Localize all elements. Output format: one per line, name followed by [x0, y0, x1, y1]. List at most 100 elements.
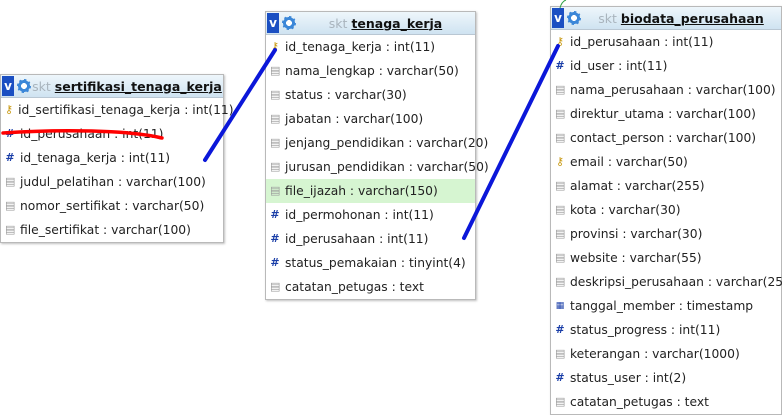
- gear-icon[interactable]: [567, 11, 581, 25]
- column-row[interactable]: ⚷ email : varchar(50): [551, 150, 781, 174]
- column-row[interactable]: ▤ website : varchar(55): [551, 246, 781, 270]
- column-row[interactable]: # status_progress : int(11): [551, 318, 781, 342]
- column-row[interactable]: # id_permohonan : int(11): [266, 203, 475, 227]
- database-prefix: skt: [328, 15, 348, 31]
- text-icon: ▤: [270, 184, 281, 197]
- numeric-icon: #: [5, 127, 15, 140]
- column-row[interactable]: ▤ jenjang_pendidikan : varchar(20): [266, 131, 488, 155]
- gear-icon[interactable]: [17, 79, 31, 93]
- text-icon: ▤: [555, 203, 566, 216]
- column-label: nomor_sertifikat : varchar(50): [20, 199, 205, 213]
- text-icon: ▤: [270, 64, 281, 77]
- text-icon: ▤: [555, 347, 566, 360]
- column-row[interactable]: ▤ kota : varchar(30): [551, 198, 781, 222]
- column-label: id_perusahaan : int(11): [20, 127, 164, 141]
- column-row[interactable]: ▤ nama_lengkap : varchar(50): [266, 59, 475, 83]
- table-tenaga-kerja[interactable]: v skt tenaga_kerja ⚷ id_tenaga_kerja : int(1…: [265, 11, 489, 300]
- column-row[interactable]: ⚷ id_sertifikasi_tenaga_kerja : int(11): [1, 98, 234, 122]
- numeric-icon: #: [270, 208, 280, 221]
- table-header[interactable]: v skt tenaga_kerja: [266, 12, 475, 35]
- column-row[interactable]: ▤ nama_perusahaan : varchar(100): [551, 78, 781, 102]
- text-icon: ▤: [5, 199, 16, 212]
- numeric-icon: #: [555, 371, 565, 384]
- column-row[interactable]: ▤ deskripsi_perusahaan : varchar(255): [551, 270, 782, 294]
- column-row[interactable]: ⚷ id_perusahaan : int(11): [551, 30, 781, 54]
- column-row[interactable]: ▤ direktur_utama : varchar(100): [551, 102, 781, 126]
- column-row[interactable]: # id_perusahaan : int(11): [266, 227, 475, 251]
- column-row[interactable]: ▤ status : varchar(30): [266, 83, 475, 107]
- gear-icon[interactable]: [282, 16, 296, 30]
- text-icon: ▤: [5, 223, 16, 236]
- column-row[interactable]: ▤ alamat : varchar(255): [551, 174, 781, 198]
- column-label: status : varchar(30): [285, 88, 407, 102]
- numeric-icon: #: [270, 232, 280, 245]
- column-row[interactable]: ▤ nomor_sertifikat : varchar(50): [1, 194, 223, 218]
- text-icon: ▤: [270, 160, 281, 173]
- text-icon: ▤: [555, 275, 566, 288]
- column-label: file_sertifikat : varchar(100): [20, 223, 191, 237]
- column-label: website : varchar(55): [570, 251, 702, 265]
- column-row[interactable]: # id_tenaga_kerja : int(11): [1, 146, 223, 170]
- table-header[interactable]: v skt biodata_perusahaan: [551, 7, 781, 30]
- column-label: provinsi : varchar(30): [570, 227, 703, 241]
- table-name[interactable]: tenaga_kerja: [351, 16, 442, 31]
- column-row[interactable]: ▤ catatan_petugas : text: [266, 275, 475, 299]
- column-label: file_ijazah : varchar(150): [285, 184, 438, 198]
- column-row[interactable]: # status_pemakaian : tinyint(4): [266, 251, 475, 275]
- numeric-icon: #: [555, 59, 565, 72]
- column-label: id_sertifikasi_tenaga_kerja : int(11): [18, 103, 234, 117]
- table-name[interactable]: biodata_perusahaan: [621, 11, 764, 26]
- column-label: id_tenaga_kerja : int(11): [20, 151, 171, 165]
- column-row[interactable]: ▤ provinsi : varchar(30): [551, 222, 781, 246]
- text-icon: ▤: [555, 131, 566, 144]
- column-row[interactable]: # status_user : int(2): [551, 366, 781, 390]
- column-label: jenjang_pendidikan : varchar(20): [285, 136, 489, 150]
- timestamp-icon: ▦: [555, 301, 565, 311]
- column-label: deskripsi_perusahaan : varchar(255): [570, 275, 782, 289]
- column-row[interactable]: ▤ file_ijazah : varchar(150): [266, 179, 475, 203]
- column-row[interactable]: ▤ catatan_petugas : text: [551, 390, 781, 414]
- column-label: catatan_petugas : text: [285, 280, 424, 294]
- text-icon: ▤: [270, 280, 281, 293]
- table-header[interactable]: v skt sertifikasi_tenaga_kerja: [1, 75, 223, 98]
- column-row[interactable]: ▤ file_sertifikat : varchar(100): [1, 218, 223, 242]
- column-row[interactable]: # id_perusahaan : int(11): [1, 122, 223, 146]
- column-label: nama_perusahaan : varchar(100): [570, 83, 776, 97]
- column-row[interactable]: ⚷ id_tenaga_kerja : int(11): [266, 35, 475, 59]
- text-icon: ▤: [555, 83, 566, 96]
- collapse-toggle-button[interactable]: v: [2, 76, 14, 96]
- table-title: skt biodata_perusahaan: [581, 11, 781, 26]
- collapse-toggle-button[interactable]: v: [267, 13, 279, 33]
- numeric-icon: #: [5, 151, 15, 164]
- column-row[interactable]: ▤ keterangan : varchar(1000): [551, 342, 781, 366]
- text-icon: ▤: [5, 175, 16, 188]
- column-label: status_pemakaian : tinyint(4): [285, 256, 466, 270]
- collapse-toggle-button[interactable]: v: [552, 8, 564, 28]
- column-label: id_perusahaan : int(11): [285, 232, 429, 246]
- key-icon: ⚷: [5, 103, 14, 116]
- key-icon: ⚷: [555, 155, 565, 168]
- table-name[interactable]: sertifikasi_tenaga_kerja: [55, 79, 222, 94]
- column-label: direktur_utama : varchar(100): [570, 107, 756, 121]
- table-sertifikasi-tenaga-kerja[interactable]: v skt sertifikasi_tenaga_kerja ⚷ id_sertifik…: [0, 74, 234, 243]
- column-label: jurusan_pendidikan : varchar(50): [285, 160, 489, 174]
- text-icon: ▤: [270, 112, 281, 125]
- column-row[interactable]: ▦ tanggal_member : timestamp: [551, 294, 781, 318]
- column-label: status_progress : int(11): [570, 323, 721, 337]
- database-prefix: skt: [32, 78, 51, 94]
- column-label: judul_pelatihan : varchar(100): [20, 175, 206, 189]
- column-label: jabatan : varchar(100): [285, 112, 424, 126]
- table-biodata-perusahaan[interactable]: v skt biodata_perusahaan ⚷ id_perusahaan : i…: [550, 6, 782, 415]
- text-icon: ▤: [555, 251, 566, 264]
- column-label: catatan_petugas : text: [570, 395, 709, 409]
- text-icon: ▤: [270, 88, 281, 101]
- column-label: kota : varchar(30): [570, 203, 681, 217]
- column-row[interactable]: ▤ judul_pelatihan : varchar(100): [1, 170, 223, 194]
- column-label: id_tenaga_kerja : int(11): [285, 40, 436, 54]
- text-icon: ▤: [270, 136, 281, 149]
- column-row[interactable]: # id_user : int(11): [551, 54, 781, 78]
- table-title: skt sertifikasi_tenaga_kerja: [31, 79, 223, 94]
- column-row[interactable]: ▤ jurusan_pendidikan : varchar(50): [266, 155, 489, 179]
- column-row[interactable]: ▤ jabatan : varchar(100): [266, 107, 475, 131]
- column-row[interactable]: ▤ contact_person : varchar(100): [551, 126, 781, 150]
